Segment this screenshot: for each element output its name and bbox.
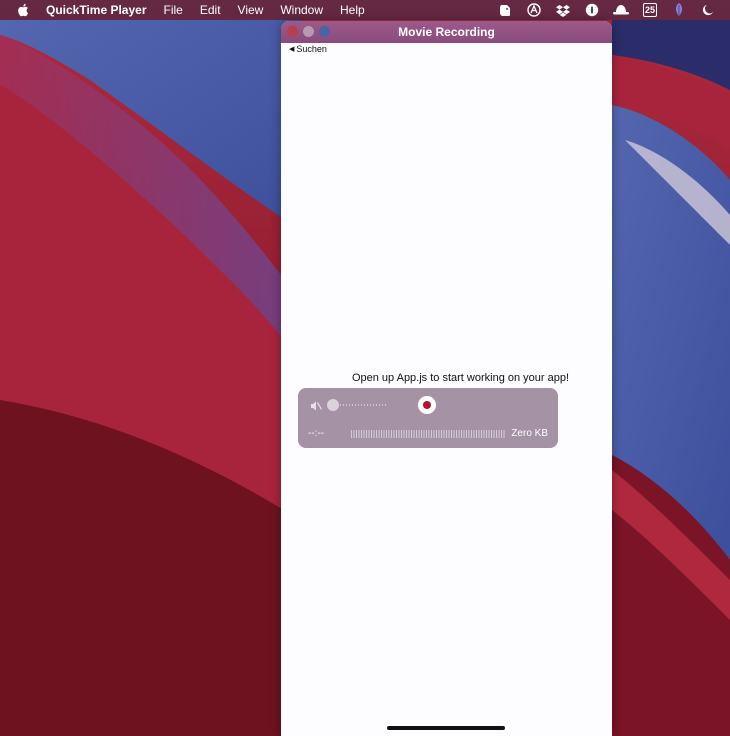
hat-icon[interactable]: [613, 2, 629, 18]
moon-icon[interactable]: [700, 2, 716, 18]
movie-recording-window: Movie Recording ◀ Suchen Open up App.js …: [281, 21, 612, 736]
menu-app-name[interactable]: QuickTime Player: [46, 3, 147, 17]
menu-file[interactable]: File: [164, 3, 183, 17]
1password-icon[interactable]: [584, 2, 600, 18]
menu-window[interactable]: Window: [280, 3, 323, 17]
volume-slider-track[interactable]: [340, 404, 388, 406]
calendar-icon[interactable]: 25: [642, 2, 658, 18]
altair-icon[interactable]: [526, 2, 542, 18]
menu-view[interactable]: View: [238, 3, 264, 17]
volume-slider-knob[interactable]: [327, 399, 339, 411]
speaker-muted-icon[interactable]: [310, 399, 323, 411]
menu-bar: QuickTime Player File Edit View Window H…: [0, 0, 730, 20]
back-link-label: Suchen: [296, 44, 327, 54]
apple-menu-icon[interactable]: [16, 3, 30, 17]
recording-controls: --:-- Zero KB: [298, 388, 558, 448]
file-size: Zero KB: [511, 428, 548, 439]
dropbox-icon[interactable]: [555, 2, 571, 18]
home-indicator: [387, 726, 505, 730]
status-area: 25: [497, 0, 716, 20]
app-message: Open up App.js to start working on your …: [351, 372, 570, 384]
menu-edit[interactable]: Edit: [200, 3, 221, 17]
record-dot-icon: [423, 401, 431, 409]
window-titlebar[interactable]: Movie Recording: [281, 21, 612, 43]
record-button[interactable]: [418, 396, 436, 414]
window-title: Movie Recording: [398, 25, 495, 39]
back-triangle-icon: ◀: [289, 46, 295, 53]
back-to-search-link[interactable]: ◀ Suchen: [289, 44, 327, 54]
feather-icon[interactable]: [671, 2, 687, 18]
evernote-icon[interactable]: [497, 2, 513, 18]
audio-level-meter: [351, 430, 505, 438]
menu-help[interactable]: Help: [340, 3, 365, 17]
recording-time: --:--: [308, 428, 325, 439]
